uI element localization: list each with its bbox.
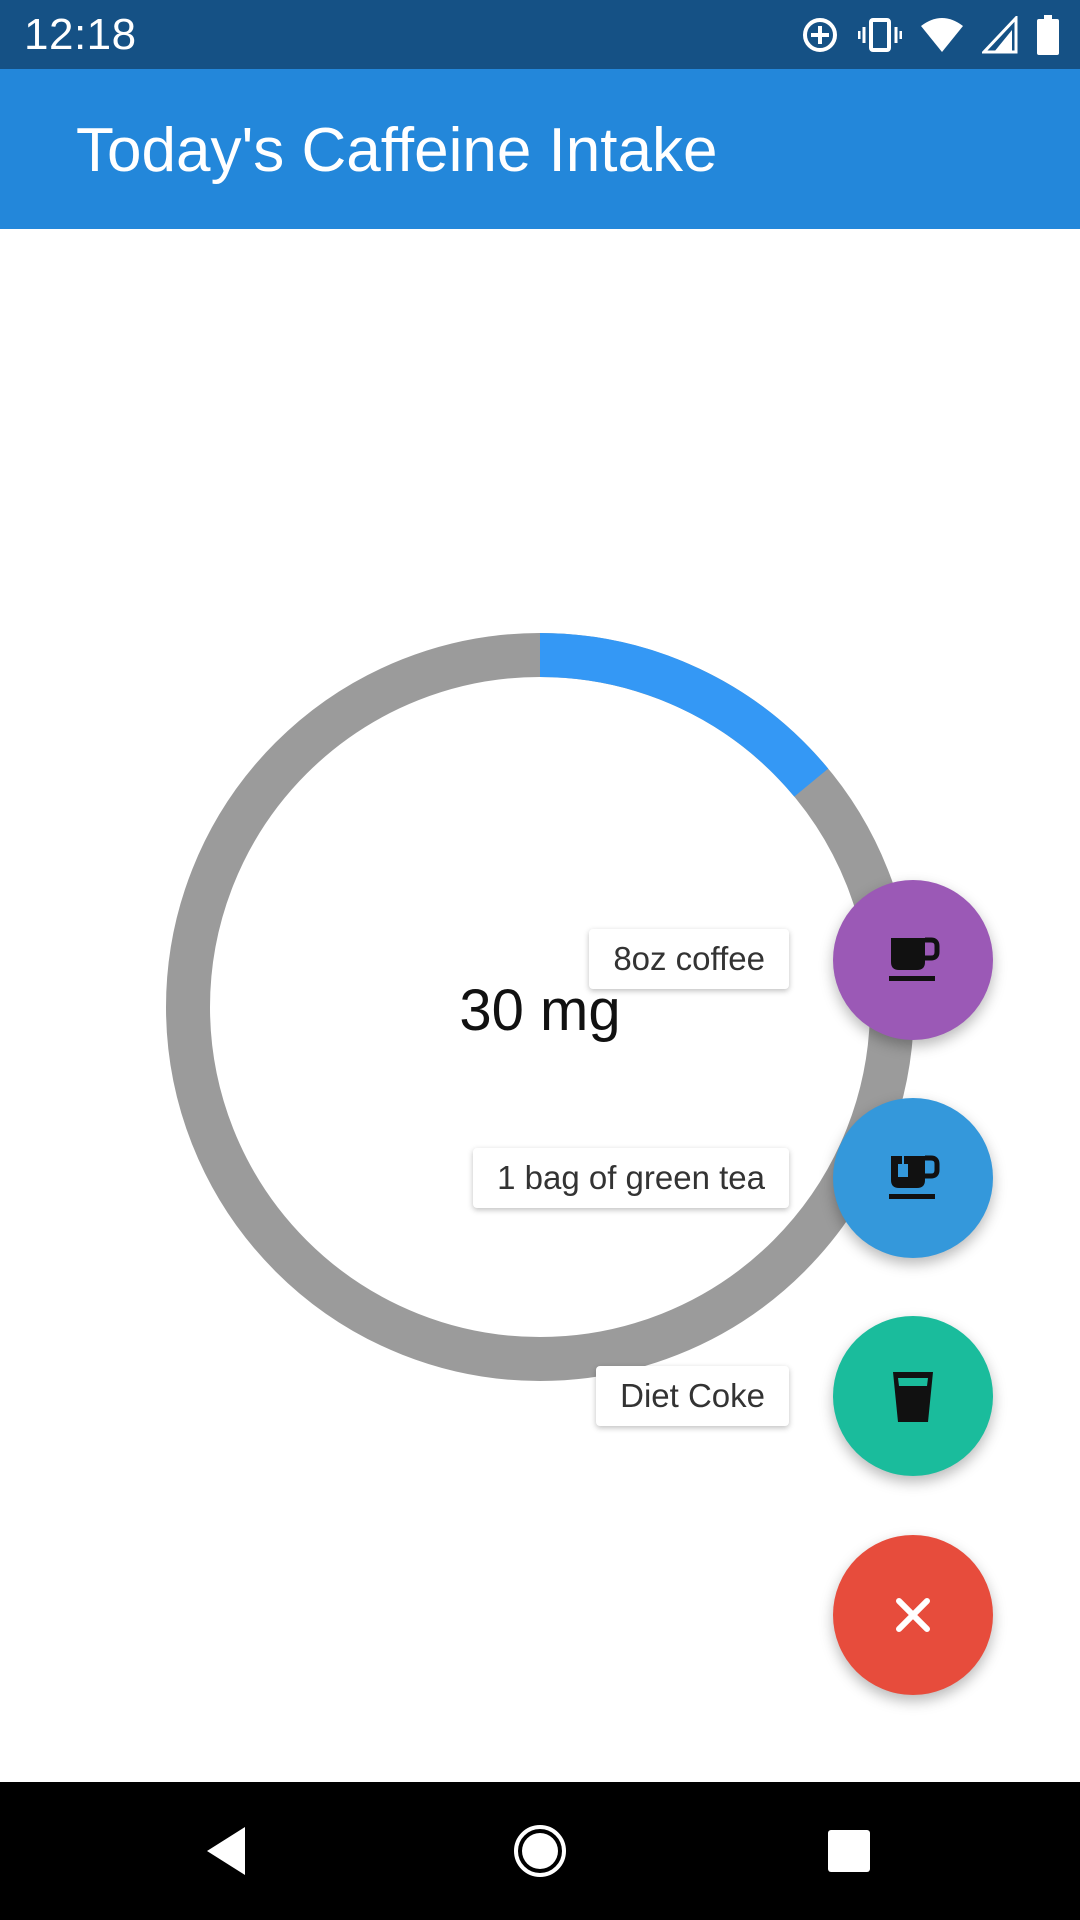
coffee-cup-icon [889,937,940,981]
tea-cup-icon [889,1155,940,1199]
intake-value: 30 mg [459,978,621,1043]
green-tea-option-label[interactable]: 1 bag of green tea [473,1148,789,1208]
battery-icon [1037,15,1059,55]
back-button[interactable] [166,1782,286,1920]
wifi-icon [921,18,963,52]
back-icon [207,1827,245,1875]
page-title: Today's Caffeine Intake [76,116,718,185]
status-bar: 12:18 [0,0,1080,69]
recents-icon [828,1830,870,1872]
close-icon [896,1598,930,1632]
glass-icon [893,1372,933,1422]
system-nav-bar [0,1782,1080,1920]
recents-button[interactable] [789,1782,909,1920]
add-diet-coke-button[interactable] [833,1316,993,1476]
home-icon [514,1825,566,1877]
app-bar: Today's Caffeine Intake [0,69,1080,229]
add-coffee-button[interactable] [833,880,993,1040]
cell-signal-icon [982,16,1018,54]
coffee-option-label[interactable]: 8oz coffee [589,929,789,989]
home-button[interactable] [480,1782,600,1920]
caffeine-progress-ring: 30 mg [165,632,915,1382]
vibrate-icon [858,18,902,52]
close-menu-button[interactable] [833,1535,993,1695]
data-saver-icon [803,18,837,52]
status-time: 12:18 [24,10,137,59]
status-icons [800,12,1060,58]
add-green-tea-button[interactable] [833,1098,993,1258]
diet-coke-option-label[interactable]: Diet Coke [596,1366,789,1426]
